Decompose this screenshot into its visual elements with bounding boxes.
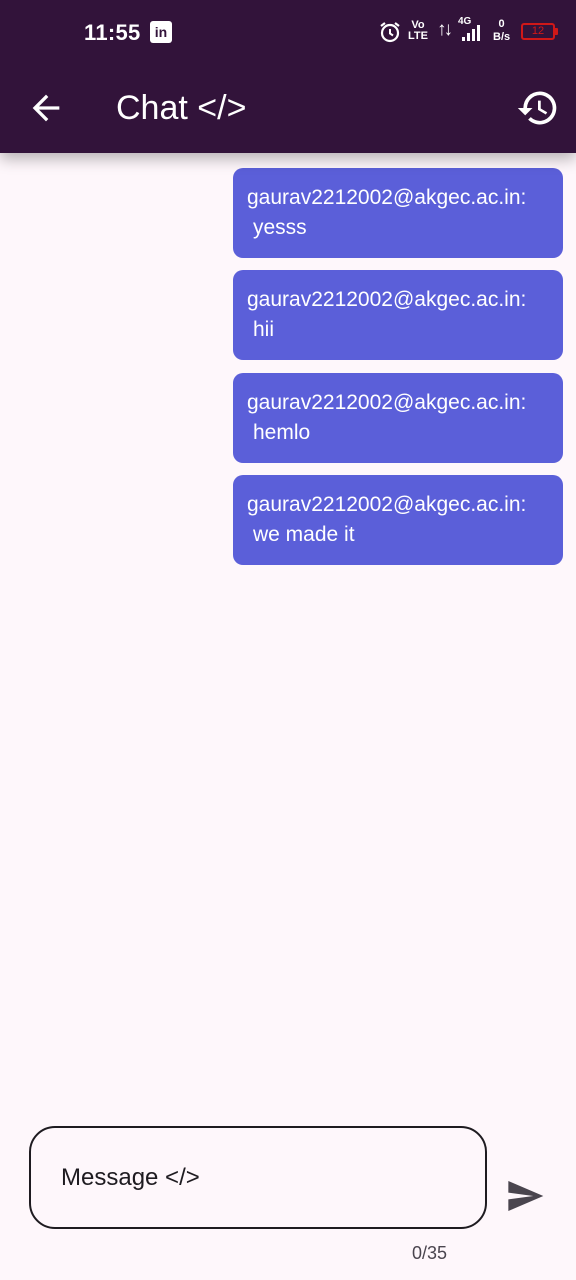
message-text: hii (253, 318, 275, 341)
net-speed-value: 0 (498, 18, 505, 30)
message-bubble: gaurav2212002@akgec.ac.in: yesss (233, 168, 563, 258)
message-sender: gaurav2212002@akgec.ac.in: (247, 186, 527, 209)
message-bubble: gaurav2212002@akgec.ac.in: hii (233, 270, 563, 360)
signal-bars (462, 25, 486, 41)
message-text: we made it (253, 523, 355, 546)
top-bar: 11:55 in Vo LTE ↑↓ 4G 0 B/s 12 Chat </> (0, 0, 576, 153)
page-title: Chat </> (116, 89, 247, 127)
message-input[interactable] (61, 1128, 461, 1227)
arrow-left-icon[interactable] (26, 88, 66, 128)
history-icon[interactable] (516, 86, 560, 130)
message-text: yesss (253, 216, 307, 239)
status-time: 11:55 (84, 20, 141, 45)
status-bar: 11:55 in Vo LTE ↑↓ 4G 0 B/s 12 (0, 0, 576, 66)
character-counter: 0/35 (412, 1243, 448, 1263)
app-bar: Chat </> (0, 66, 576, 153)
net-speed-unit: B/s (493, 31, 511, 43)
message-sender: gaurav2212002@akgec.ac.in: (247, 391, 527, 414)
signal-icon: 4G (458, 16, 486, 44)
volte-bottom: LTE (408, 30, 428, 42)
data-arrows-icon: ↑↓ (437, 19, 453, 40)
linkedin-icon: in (150, 21, 172, 43)
alarm-icon (380, 22, 400, 43)
message-sender: gaurav2212002@akgec.ac.in: (247, 288, 527, 311)
message-bubble: gaurav2212002@akgec.ac.in: hemlo (233, 373, 563, 463)
net-speed: 0 B/s (493, 18, 510, 44)
send-icon[interactable] (505, 1176, 545, 1216)
message-sender: gaurav2212002@akgec.ac.in: (247, 493, 527, 516)
volte-icon: Vo LTE (408, 20, 428, 42)
message-input-box (29, 1126, 487, 1229)
message-bubble: gaurav2212002@akgec.ac.in: we made it (233, 475, 563, 565)
message-text: hemlo (253, 421, 311, 444)
battery-level: 12 (531, 25, 545, 37)
battery-icon: 12 (521, 23, 558, 40)
